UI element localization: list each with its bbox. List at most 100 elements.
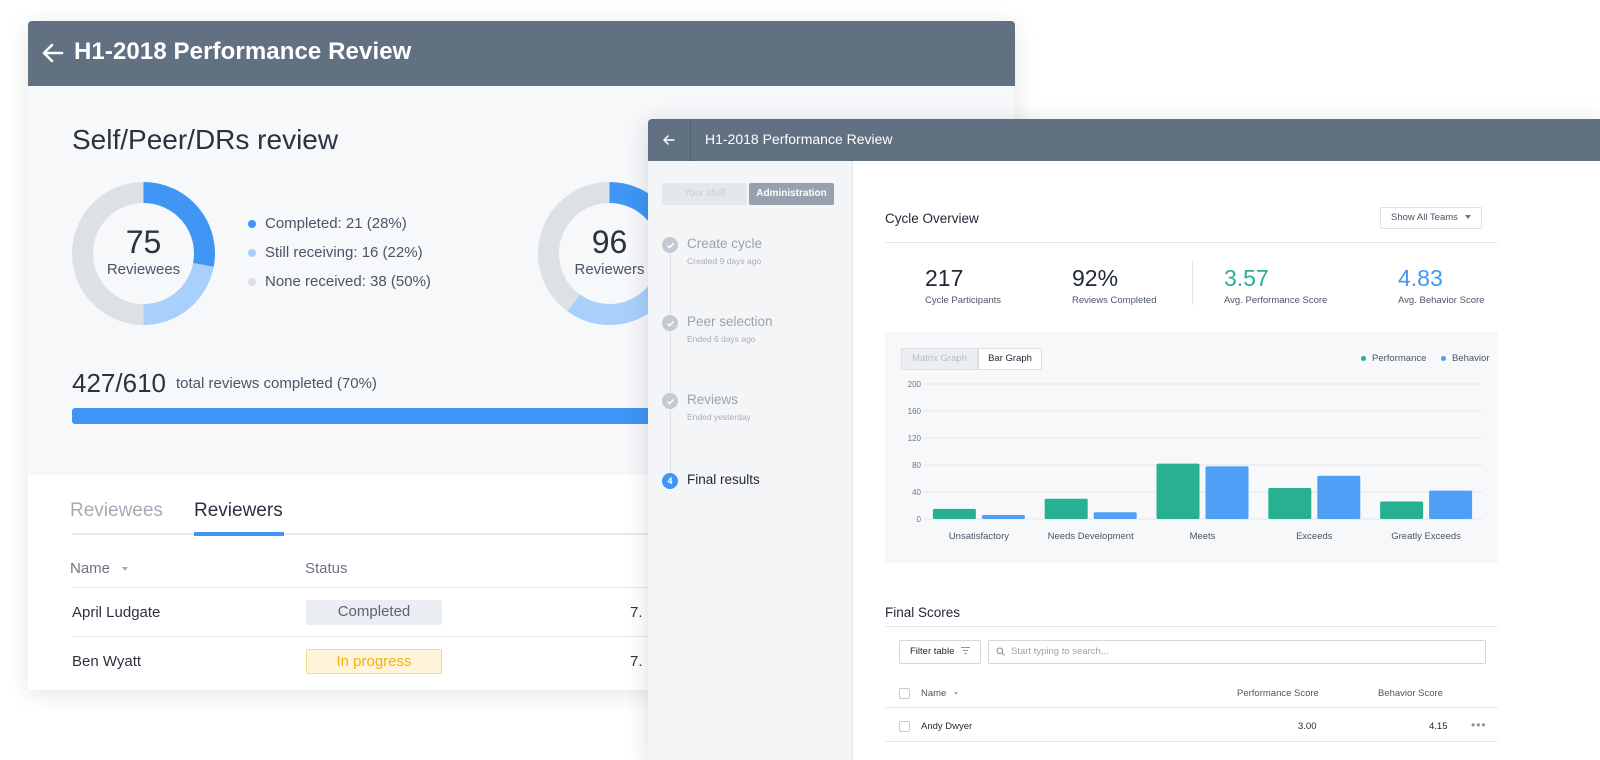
team-filter-label: Show All Teams xyxy=(1391,212,1458,223)
stats-divider xyxy=(1192,261,1193,305)
row-checkbox[interactable] xyxy=(899,721,910,732)
page-title: H1-2018 Performance Review xyxy=(74,38,412,65)
sort-caret-icon xyxy=(122,567,129,572)
filter-icon xyxy=(961,647,970,654)
stat-label: Reviews Completed xyxy=(1072,295,1157,306)
bar-chart-panel: Matrix Graph Bar Graph Performance Behav… xyxy=(885,332,1498,563)
reviewees-label: Reviewees xyxy=(106,261,181,278)
completed-dot xyxy=(248,219,256,228)
cycle-admin-window: H1-2018 Performance Review Your stuff Ad… xyxy=(648,119,1600,760)
name-column-header[interactable]: Name xyxy=(70,560,129,577)
behavior-dot xyxy=(1441,356,1446,361)
bar-performance xyxy=(932,508,976,519)
tab-bar-graph[interactable]: Bar Graph xyxy=(978,348,1042,370)
name-column-header[interactable]: Name xyxy=(921,688,958,699)
status-column-header: Status xyxy=(305,560,348,577)
filter-table-button[interactable]: Filter table xyxy=(899,640,981,664)
status-badge: In progress xyxy=(306,649,442,674)
step-title: Reviews xyxy=(687,392,739,407)
legend-performance-label: Performance xyxy=(1372,353,1427,364)
legend-performance: Performance xyxy=(1361,353,1426,364)
stat-label: Avg. Performance Score xyxy=(1224,295,1328,306)
check-icon xyxy=(662,237,678,253)
bar-chart: 0 40 80 120 160 200 Unsatisfactory Needs Develo… xyxy=(908,380,1482,542)
x-tick-label: Needs Development xyxy=(1048,531,1134,542)
name-column-label: Name xyxy=(921,688,947,699)
chevron-down-icon xyxy=(1464,215,1471,220)
row-name: Andy Dwyer xyxy=(921,721,973,732)
select-all-checkbox[interactable] xyxy=(899,688,910,699)
row-behavior-score: 4.15 xyxy=(1429,721,1448,732)
legend-completed: Completed: 21 (28%) xyxy=(248,215,407,232)
name-column-label: Name xyxy=(70,560,111,577)
row-name: April Ludgate xyxy=(72,604,161,621)
row-performance-score: 3.00 xyxy=(1298,721,1317,732)
divider xyxy=(885,741,1498,742)
stat-reviews-completed: 92% Reviews Completed xyxy=(1072,265,1156,306)
y-tick-label: 40 xyxy=(912,488,921,497)
section-title: Self/Peer/DRs review xyxy=(72,124,339,155)
main-content: Cycle Overview Show All Teams 217 Cycle … xyxy=(853,161,1600,760)
final-scores-title: Final Scores xyxy=(885,605,961,620)
reviewees-donut: 75 Reviewees xyxy=(72,182,215,325)
window-header: H1-2018 Performance Review xyxy=(28,21,1015,86)
x-tick-label: Meets xyxy=(1190,531,1216,542)
stat-value: 217 xyxy=(925,265,964,291)
bar-performance xyxy=(1380,501,1424,519)
cycle-sidebar: Your stuff Administration Create cycle C… xyxy=(648,161,853,760)
divider xyxy=(885,707,1498,708)
back-button[interactable] xyxy=(648,119,691,161)
step-number-badge: 4 xyxy=(662,473,678,489)
performance-column-header[interactable]: Performance Score xyxy=(1237,688,1319,699)
legend-behavior-label: Behavior xyxy=(1452,353,1490,364)
check-icon xyxy=(662,315,678,331)
bar-behavior xyxy=(981,514,1025,519)
team-filter-dropdown[interactable]: Show All Teams xyxy=(1380,207,1482,229)
step-subtitle: Ended yesterday xyxy=(687,412,751,422)
step-title: Peer selection xyxy=(687,314,773,329)
check-icon xyxy=(662,393,678,409)
tab-reviewees[interactable]: Reviewees xyxy=(70,500,163,522)
y-tick-label: 0 xyxy=(917,515,922,524)
filter-label: Filter table xyxy=(910,646,955,657)
more-actions-icon[interactable]: ••• xyxy=(1471,718,1487,732)
stat-value: 92% xyxy=(1072,265,1119,291)
search-input[interactable]: Start typing to search... xyxy=(988,640,1486,664)
back-arrow-icon[interactable] xyxy=(40,40,66,66)
none-received-dot xyxy=(248,277,256,286)
y-tick-label: 120 xyxy=(908,434,922,443)
x-tick-label: Greatly Exceeds xyxy=(1391,531,1461,542)
step-title: Create cycle xyxy=(687,236,763,251)
legend-none-received: None received: 38 (50%) xyxy=(248,273,431,290)
y-tick-label: 200 xyxy=(908,380,922,389)
behavior-column-header[interactable]: Behavior Score xyxy=(1378,688,1443,699)
row-score: 7. xyxy=(630,653,643,670)
x-tick-label: Unsatisfactory xyxy=(949,531,1009,542)
legend-completed-label: Completed: 21 (28%) xyxy=(265,215,407,232)
tab-reviewers[interactable]: Reviewers xyxy=(194,500,283,522)
your-stuff-toggle[interactable]: Your stuff xyxy=(662,183,747,205)
bar-performance xyxy=(1156,463,1200,519)
row-name: Ben Wyatt xyxy=(72,653,142,670)
stat-value: 4.83 xyxy=(1398,265,1443,291)
still-receiving-dot xyxy=(248,248,256,257)
stat-value: 3.57 xyxy=(1224,265,1269,291)
bar-behavior xyxy=(1205,466,1249,519)
search-placeholder: Start typing to search... xyxy=(1011,646,1109,657)
step-subtitle: Ended 6 days ago xyxy=(687,334,756,344)
stat-avg-behavior: 4.83 Avg. Behavior Score xyxy=(1398,265,1484,306)
administration-toggle[interactable]: Administration xyxy=(749,183,834,205)
cycle-overview-title: Cycle Overview xyxy=(885,211,979,226)
page-title: H1-2018 Performance Review xyxy=(705,131,893,147)
y-tick-label: 80 xyxy=(912,461,921,470)
performance-dot xyxy=(1361,356,1366,361)
step-subtitle: Created 9 days ago xyxy=(687,256,762,266)
tab-matrix-graph[interactable]: Matrix Graph xyxy=(901,348,978,370)
divider xyxy=(885,626,1498,627)
total-progress-fill xyxy=(72,408,716,424)
x-tick-label: Exceeds xyxy=(1296,531,1333,542)
sort-caret-icon xyxy=(953,691,958,695)
divider xyxy=(885,242,1498,243)
stat-avg-performance: 3.57 Avg. Performance Score xyxy=(1224,265,1327,306)
legend-behavior: Behavior xyxy=(1441,353,1490,364)
